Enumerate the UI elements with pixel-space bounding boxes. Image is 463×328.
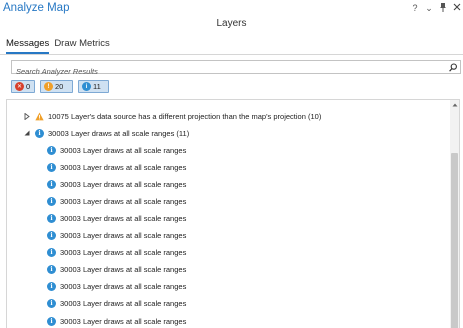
- warning-icon: [35, 112, 44, 120]
- result-item[interactable]: i 30003 Layer draws at all scale ranges: [47, 246, 186, 260]
- results-tree: 10075 Layer's data source has a differen…: [6, 99, 460, 328]
- info-icon: i: [47, 299, 56, 309]
- search-icon[interactable]: [448, 61, 458, 73]
- result-item-label: 30003 Layer draws at all scale ranges: [60, 145, 187, 155]
- tree-group-warning[interactable]: 10075 Layer's data source has a differen…: [23, 109, 321, 123]
- result-item[interactable]: i 30003 Layer draws at all scale ranges: [47, 263, 186, 277]
- expand-caret-icon[interactable]: [23, 112, 31, 120]
- result-item[interactable]: i 30003 Layer draws at all scale ranges: [47, 143, 186, 157]
- options-menu-button[interactable]: ⌄: [425, 2, 433, 15]
- errors-count: 0: [26, 82, 31, 91]
- info-icon: i: [47, 316, 56, 326]
- tree-group-label: 30003 Layer draws at all scale ranges (1…: [48, 128, 190, 138]
- search-input[interactable]: [12, 65, 432, 78]
- result-item[interactable]: i 30003 Layer draws at all scale ranges: [47, 229, 186, 243]
- auto-hide-pin-button[interactable]: [439, 2, 447, 15]
- info-icon: i: [47, 231, 56, 240]
- help-button[interactable]: ?: [411, 2, 419, 15]
- close-icon: [453, 3, 461, 11]
- result-item-label: 30003 Layer draws at all scale ranges: [60, 299, 187, 309]
- severity-filters: ✕ 0 ! 20 i 11: [11, 80, 109, 93]
- warnings-filter-button[interactable]: ! 20: [40, 80, 73, 93]
- result-item[interactable]: i 30003 Layer draws at all scale ranges: [47, 280, 186, 294]
- warning-icon: !: [44, 82, 53, 91]
- info-icon: i: [82, 82, 91, 91]
- info-icon: i: [47, 196, 56, 206]
- vertical-scrollbar[interactable]: [450, 100, 459, 328]
- result-item-label: 30003 Layer draws at all scale ranges: [60, 282, 187, 292]
- pane-controls: ? ⌄: [411, 2, 461, 15]
- result-item[interactable]: i 30003 Layer draws at all scale ranges: [47, 314, 186, 328]
- tabs-divider: [0, 54, 463, 55]
- result-item[interactable]: i 30003 Layer draws at all scale ranges: [47, 194, 186, 208]
- error-icon: ✕: [15, 82, 24, 91]
- errors-filter-button[interactable]: ✕ 0: [11, 80, 35, 93]
- tree-group-info[interactable]: i 30003 Layer draws at all scale ranges …: [23, 126, 189, 140]
- tab-draw-metrics[interactable]: Draw Metrics: [54, 38, 109, 54]
- tab-messages[interactable]: Messages: [6, 38, 50, 54]
- pane-title: Analyze Map: [3, 2, 70, 14]
- analyzed-target-title: Layers: [216, 18, 247, 29]
- info-icon: i: [47, 162, 56, 172]
- results-tabs: Messages Draw Metrics: [6, 38, 110, 54]
- search-box: [11, 60, 461, 78]
- info-icon: i: [47, 282, 56, 292]
- info-count: 11: [93, 82, 101, 91]
- info-filter-button[interactable]: i 11: [78, 80, 109, 93]
- result-item-label: 30003 Layer draws at all scale ranges: [60, 179, 187, 189]
- info-icon: i: [35, 128, 44, 138]
- result-item-label: 30003 Layer draws at all scale ranges: [60, 316, 187, 326]
- result-item[interactable]: i 30003 Layer draws at all scale ranges: [47, 211, 186, 225]
- info-icon: i: [47, 248, 56, 258]
- result-item[interactable]: i 30003 Layer draws at all scale ranges: [47, 160, 186, 174]
- scrollbar-thumb[interactable]: [451, 153, 458, 328]
- result-item-label: 30003 Layer draws at all scale ranges: [60, 231, 187, 240]
- info-icon: i: [47, 179, 56, 189]
- tree-group-label: 10075 Layer's data source has a differen…: [48, 111, 322, 121]
- result-item[interactable]: i 30003 Layer draws at all scale ranges: [47, 177, 186, 191]
- scroll-up-arrow-icon[interactable]: [450, 101, 459, 109]
- result-item-label: 30003 Layer draws at all scale ranges: [60, 265, 187, 275]
- info-icon: i: [47, 213, 56, 223]
- collapse-caret-icon[interactable]: [23, 129, 31, 137]
- result-item-label: 30003 Layer draws at all scale ranges: [60, 162, 187, 172]
- result-item-label: 30003 Layer draws at all scale ranges: [60, 213, 187, 223]
- close-pane-button[interactable]: [453, 2, 461, 15]
- pin-icon: [440, 3, 446, 12]
- warnings-count: 20: [55, 82, 64, 91]
- info-icon: i: [47, 145, 56, 155]
- info-icon: i: [47, 265, 56, 275]
- result-item-label: 30003 Layer draws at all scale ranges: [60, 196, 187, 206]
- result-item[interactable]: i 30003 Layer draws at all scale ranges: [47, 297, 186, 311]
- result-item-label: 30003 Layer draws at all scale ranges: [60, 248, 187, 258]
